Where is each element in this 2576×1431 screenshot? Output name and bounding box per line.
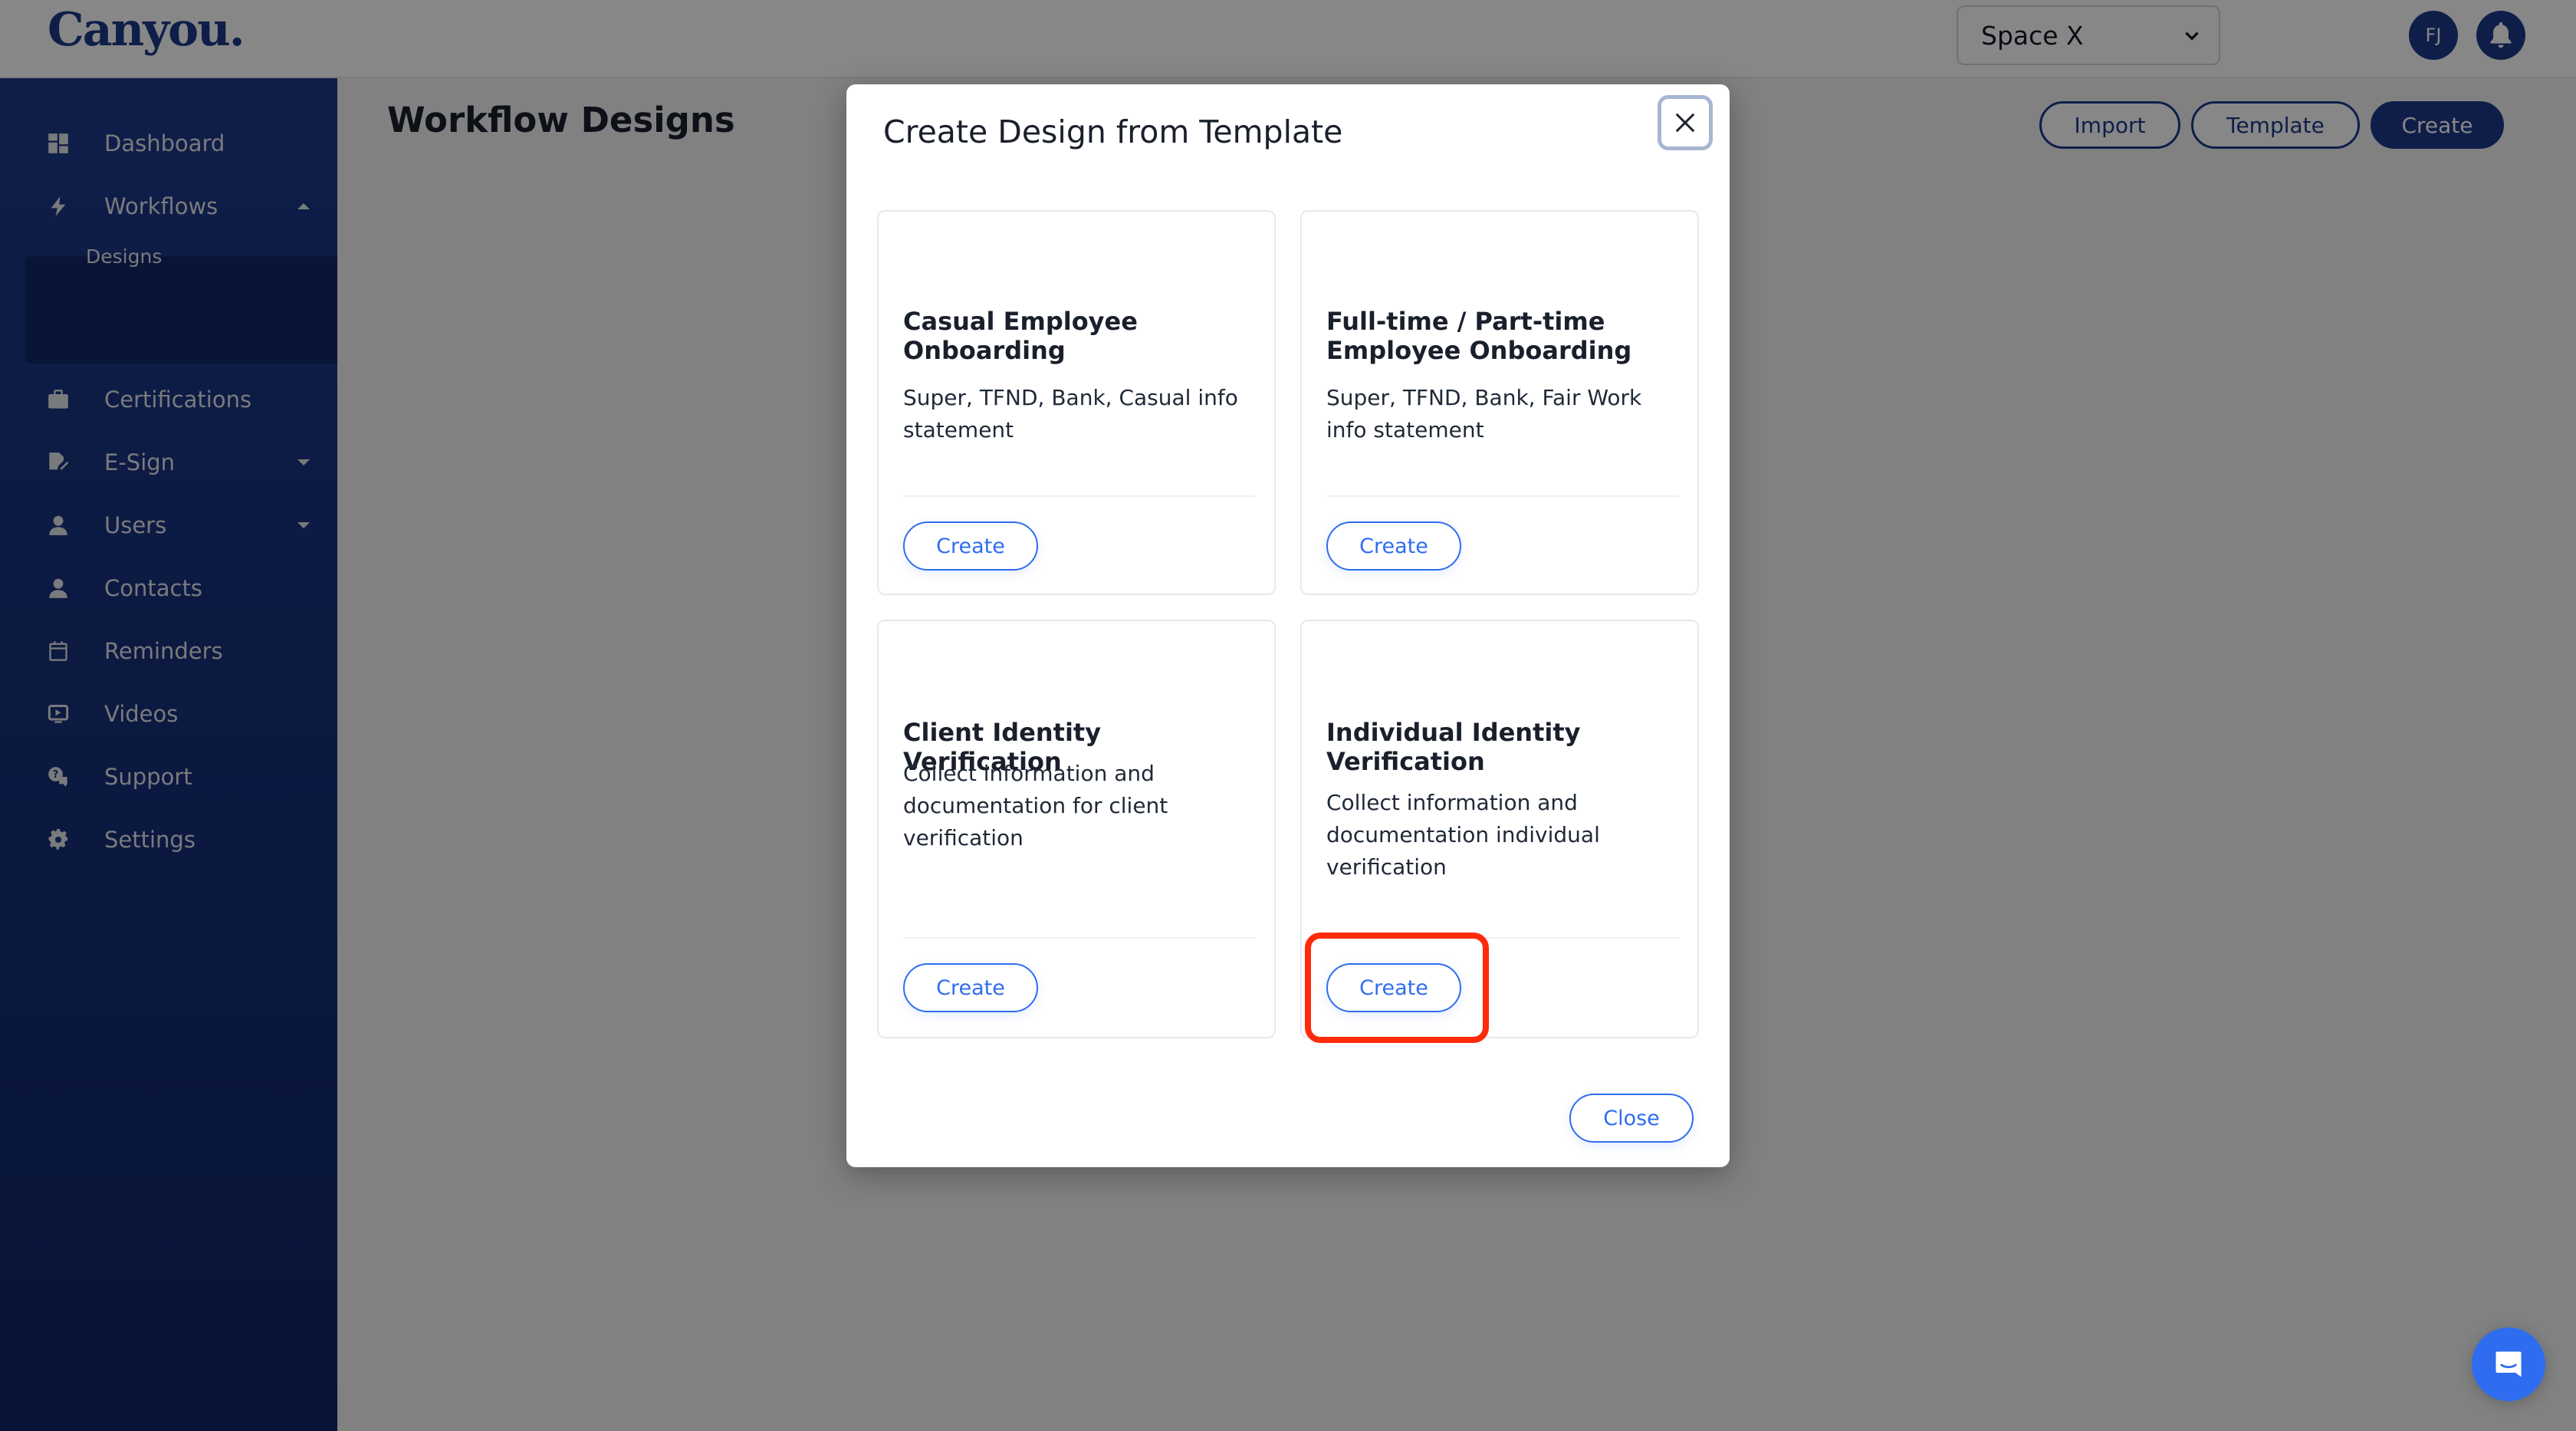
chat-widget-button[interactable]: [2472, 1327, 2545, 1401]
template-card: Client Identity Verification Collect inf…: [877, 620, 1276, 1038]
template-create-button[interactable]: Create: [1326, 521, 1461, 571]
template-description: Collect information and documentation fo…: [903, 761, 1168, 850]
template-description: Super, TFND, Bank, Fair Work info statem…: [1326, 385, 1642, 442]
highlight-box: [1305, 933, 1489, 1043]
dialog-close-footer-button[interactable]: Close: [1569, 1094, 1694, 1143]
card-divider: [1326, 495, 1679, 497]
template-title: Individual Identity Verification: [1326, 718, 1581, 776]
template-create-button[interactable]: Create: [903, 963, 1038, 1012]
template-title: Full-time / Part-time Employee Onboardin…: [1326, 307, 1632, 365]
create-button-label: Create: [936, 975, 1005, 1000]
create-from-template-dialog: Create Design from Template Casual Emplo…: [846, 84, 1730, 1167]
template-description: Super, TFND, Bank, Casual info statement: [903, 385, 1238, 442]
template-title: Casual Employee Onboarding: [903, 307, 1138, 365]
template-card: Casual Employee Onboarding Super, TFND, …: [877, 210, 1276, 595]
create-button-label: Create: [936, 534, 1005, 558]
template-create-button[interactable]: Create: [903, 521, 1038, 571]
create-button-label: Create: [1359, 534, 1428, 558]
card-divider: [903, 495, 1256, 497]
close-icon: [1675, 113, 1695, 133]
dialog-close-button[interactable]: [1658, 95, 1713, 150]
template-card: Full-time / Part-time Employee Onboardin…: [1300, 210, 1699, 595]
card-divider: [903, 937, 1256, 939]
template-description: Collect information and documentation in…: [1326, 790, 1600, 880]
close-button-label: Close: [1603, 1106, 1660, 1130]
chat-icon: [2496, 1351, 2522, 1377]
dialog-title: Create Design from Template: [883, 113, 1343, 150]
